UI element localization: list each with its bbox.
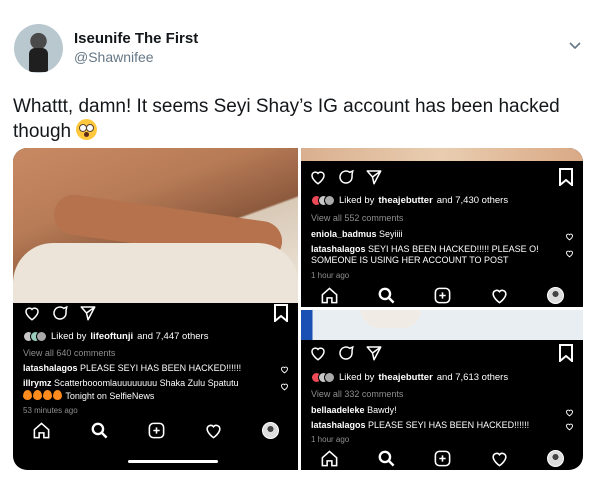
- flushed-face-emoji-icon: [76, 119, 98, 140]
- comment-text: Bawdy!: [367, 405, 397, 415]
- post-time: 1 hour ago: [311, 435, 350, 444]
- post-actions: [309, 168, 383, 186]
- likes-line: Liked by theajebutter and 7,613 others: [311, 372, 508, 383]
- comment-user[interactable]: latashalagos: [311, 420, 366, 430]
- comment-user[interactable]: bellaadeleke: [311, 405, 365, 415]
- liked-by-count[interactable]: and 7,430 others: [437, 195, 508, 206]
- home-indicator: [128, 460, 218, 463]
- comment-heart-icon[interactable]: [280, 382, 289, 391]
- share-icon[interactable]: [365, 168, 383, 186]
- search-icon[interactable]: [377, 286, 396, 305]
- view-all-comments[interactable]: View all 552 comments: [311, 213, 403, 224]
- author-name[interactable]: Iseunife The First: [74, 30, 198, 47]
- screenshot-left[interactable]: Liked by lifeoftunji and 7,447 others Vi…: [13, 148, 298, 470]
- comment-continuation: Tonight on SelfieNews: [23, 390, 154, 402]
- comment-text: Tonight on SelfieNews: [65, 391, 155, 401]
- fire-emoji-icon: [33, 390, 42, 400]
- comment-heart-icon[interactable]: [280, 365, 289, 374]
- new-post-icon[interactable]: [147, 421, 166, 440]
- chevron-down-icon[interactable]: [568, 38, 582, 52]
- liked-by-label: Liked by: [339, 372, 375, 383]
- liker-avatars: [23, 331, 47, 342]
- liked-by-label: Liked by: [51, 331, 87, 342]
- liked-by-label: Liked by: [339, 195, 375, 206]
- liked-by-user[interactable]: theajebutter: [378, 372, 432, 383]
- comment-text: PLEASE SEYI HAS BEEN HACKED!!!!!!: [368, 420, 530, 430]
- liked-by-count[interactable]: and 7,613 others: [437, 372, 508, 383]
- comment-icon[interactable]: [337, 168, 355, 186]
- liked-by-user[interactable]: theajebutter: [378, 195, 432, 206]
- liker-avatars: [311, 195, 335, 206]
- post-photo: [301, 310, 583, 340]
- bottom-nav: [301, 449, 583, 468]
- fire-emoji-icon: [23, 390, 32, 400]
- comment-heart-icon[interactable]: [565, 232, 574, 241]
- profile-avatar-icon[interactable]: [547, 450, 565, 467]
- comment-user[interactable]: illrymz: [23, 378, 52, 388]
- comment-user[interactable]: latashalagos: [311, 244, 366, 254]
- comment-heart-icon[interactable]: [565, 422, 574, 431]
- profile-avatar-icon[interactable]: [261, 422, 279, 439]
- tweet-text: Whattt, damn! It seems Seyi Shay’s IG ac…: [13, 94, 583, 144]
- view-all-comments[interactable]: View all 640 comments: [23, 348, 115, 359]
- heart-icon[interactable]: [23, 304, 41, 322]
- comment-user[interactable]: latashalagos: [23, 363, 78, 373]
- comment: latashalagos SEYI HAS BEEN HACKED!!!!! P…: [311, 244, 539, 255]
- author-avatar[interactable]: [14, 24, 63, 73]
- bookmark-icon[interactable]: [558, 344, 574, 362]
- post-actions: [309, 344, 383, 362]
- heart-icon[interactable]: [309, 344, 327, 362]
- likes-line: Liked by theajebutter and 7,430 others: [311, 195, 508, 206]
- share-icon[interactable]: [79, 304, 97, 322]
- comment-continuation: SOMEONE IS USING HER ACCOUNT TO POST: [311, 255, 509, 265]
- activity-heart-icon[interactable]: [204, 421, 223, 440]
- tweet-media[interactable]: Liked by lifeoftunji and 7,447 others Vi…: [13, 148, 583, 470]
- post-time: 53 minutes ago: [23, 406, 78, 415]
- comment: illrymz Scatterbooomlauuuuuuuu Shaka Zul…: [23, 378, 239, 389]
- bookmark-icon[interactable]: [273, 304, 289, 322]
- bottom-nav: [13, 421, 298, 440]
- home-icon[interactable]: [32, 421, 51, 440]
- profile-avatar-icon[interactable]: [547, 287, 565, 304]
- comment-text: Scatterbooomlauuuuuuuu Shaka Zulu Spatut…: [54, 378, 239, 388]
- comment-text: SEYI HAS BEEN HACKED!!!!! PLEASE O!: [368, 244, 539, 254]
- comment-user[interactable]: eniola_badmus: [311, 229, 377, 239]
- bottom-nav: [301, 286, 583, 305]
- likes-line: Liked by lifeoftunji and 7,447 others: [23, 331, 208, 342]
- comment: bellaadeleke Bawdy!: [311, 405, 397, 416]
- activity-heart-icon[interactable]: [490, 449, 509, 468]
- new-post-icon[interactable]: [433, 449, 452, 468]
- comment: latashalagos PLEASE SEYI HAS BEEN HACKED…: [23, 363, 241, 374]
- screenshot-bottom-right[interactable]: Liked by theajebutter and 7,613 others V…: [301, 310, 583, 470]
- heart-icon[interactable]: [309, 168, 327, 186]
- comment: eniola_badmus Seyiiii: [311, 229, 403, 240]
- home-icon[interactable]: [320, 286, 339, 305]
- bookmark-icon[interactable]: [558, 168, 574, 186]
- post-photo: [13, 148, 298, 303]
- comment-icon[interactable]: [51, 304, 69, 322]
- author-handle[interactable]: @Shawnifee: [74, 49, 154, 65]
- search-icon[interactable]: [90, 421, 109, 440]
- comment-heart-icon[interactable]: [565, 249, 574, 258]
- fire-emoji-icon: [43, 390, 52, 400]
- comment-text: PLEASE SEYI HAS BEEN HACKED!!!!!!: [80, 363, 242, 373]
- screenshot-top-right[interactable]: Liked by theajebutter and 7,430 others V…: [301, 148, 583, 307]
- comment-icon[interactable]: [337, 344, 355, 362]
- share-icon[interactable]: [365, 344, 383, 362]
- liked-by-count[interactable]: and 7,447 others: [137, 331, 208, 342]
- comment-text: Seyiiii: [379, 229, 403, 239]
- post-photo: [301, 148, 583, 161]
- liked-by-user[interactable]: lifeoftunji: [90, 331, 133, 342]
- post-time: 1 hour ago: [311, 271, 350, 280]
- new-post-icon[interactable]: [433, 286, 452, 305]
- search-icon[interactable]: [377, 449, 396, 468]
- comment: latashalagos PLEASE SEYI HAS BEEN HACKED…: [311, 420, 529, 431]
- view-all-comments[interactable]: View all 332 comments: [311, 389, 403, 400]
- activity-heart-icon[interactable]: [490, 286, 509, 305]
- post-actions: [23, 304, 97, 322]
- liker-avatars: [311, 372, 335, 383]
- home-icon[interactable]: [320, 449, 339, 468]
- fire-emoji-icon: [53, 390, 62, 400]
- comment-heart-icon[interactable]: [565, 408, 574, 417]
